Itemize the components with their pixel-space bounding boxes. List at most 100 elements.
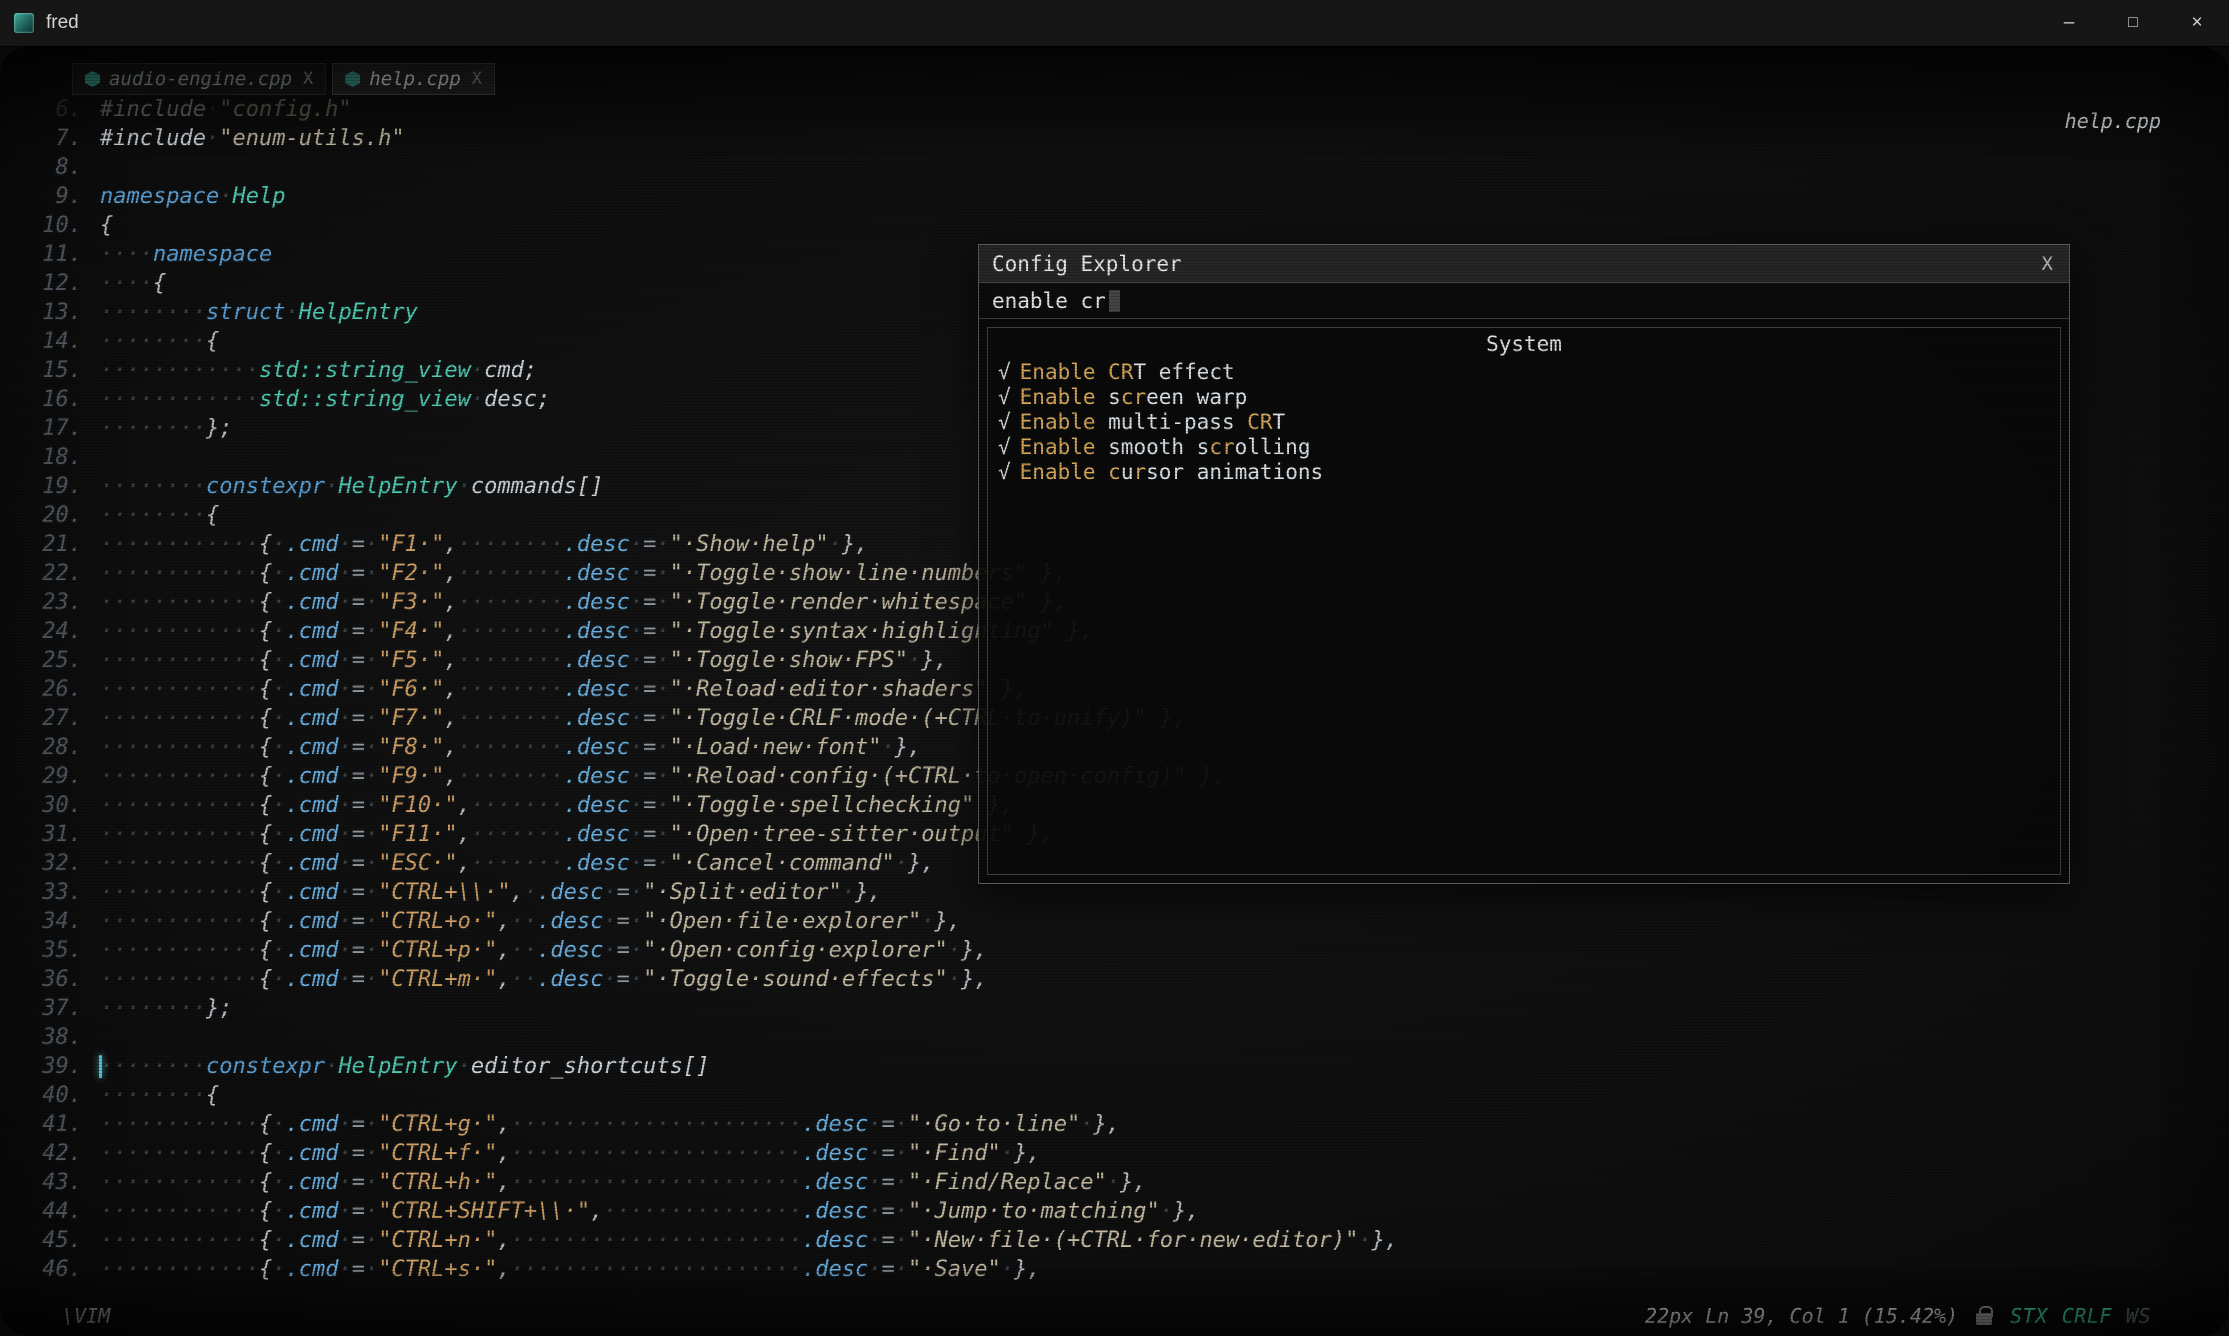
checkbox-checked-icon[interactable]: √ (998, 460, 1011, 484)
token-pu: , (444, 648, 457, 673)
tab-audio-engine[interactable]: audio-engine.cpp X (72, 63, 326, 95)
token-ws: · (338, 822, 351, 847)
code-line[interactable]: 37.········}; (20, 994, 1398, 1023)
code-line[interactable]: 34.············{·.cmd·=·"CTRL+o·",··.des… (20, 907, 1398, 936)
token-pu: , (444, 561, 457, 586)
token-eq: = (352, 764, 365, 789)
token-st: "CTRL+h·" (378, 1170, 497, 1195)
token-ws: · (895, 1141, 908, 1166)
token-ws: · (365, 677, 378, 702)
token-ws: · (630, 619, 643, 644)
token-kw: struct (206, 300, 285, 325)
token-pu: { (206, 329, 219, 354)
config-option[interactable]: √Enable screen warp (988, 385, 2060, 410)
token-sd: "·New·file·(+CTRL·for·new·editor)" (908, 1228, 1358, 1253)
maximize-button[interactable]: □ (2101, 0, 2165, 47)
code-line[interactable]: 46.············{·.cmd·=·"CTRL+s·",······… (20, 1255, 1398, 1284)
token-sd: "·Open·tree-sitter·output" (670, 822, 1014, 847)
token-ws: ············ (100, 706, 259, 731)
checkbox-checked-icon[interactable]: √ (998, 435, 1011, 459)
code-line[interactable]: 9.namespace·Help (20, 182, 1398, 211)
token-kw: namespace (100, 184, 219, 209)
code-line[interactable]: 40.········{ (20, 1081, 1398, 1110)
token-pu: { (153, 271, 166, 296)
config-option[interactable]: √Enable smooth scrolling (988, 435, 2060, 460)
tab-label: help.cpp (369, 68, 461, 90)
code-line[interactable]: 35.············{·.cmd·=·"CTRL+p·",··.des… (20, 936, 1398, 965)
cpp-file-icon (345, 71, 360, 87)
status-flag-ws[interactable]: WS (2126, 1304, 2151, 1328)
code-line[interactable]: 36.············{·.cmd·=·"CTRL+m·",··.des… (20, 965, 1398, 994)
tab-help[interactable]: help.cpp X (332, 63, 495, 95)
token-eq: = (352, 1257, 365, 1282)
code-line[interactable]: 7.#include·"enum-utils.h" (20, 124, 1398, 153)
token-pl: commands[] (471, 474, 603, 499)
token-pu: , (444, 590, 457, 615)
token-ws: · (630, 706, 643, 731)
code-line[interactable]: 44.············{·.cmd·=·"CTRL+SHIFT+\\·"… (20, 1197, 1398, 1226)
token-eq: = (352, 735, 365, 760)
token-st: "F7·" (378, 706, 444, 731)
code-text: ····{ (100, 269, 166, 298)
code-line[interactable]: 42.············{·.cmd·=·"CTRL+f·",······… (20, 1139, 1398, 1168)
config-option[interactable]: √Enable CRT effect (988, 360, 2060, 385)
dialog-close-icon[interactable]: X (2042, 253, 2053, 275)
code-line[interactable]: 6.#include·"config.h" (20, 95, 1398, 124)
code-line[interactable]: 10.{ (20, 211, 1398, 240)
code-line[interactable]: 39.········constexpr·HelpEntry·editor_sh… (20, 1052, 1398, 1081)
line-number: 12. (20, 269, 82, 298)
line-number: 32. (20, 849, 82, 878)
code-line[interactable]: 41.············{·.cmd·=·"CTRL+g·",······… (20, 1110, 1398, 1139)
code-line[interactable]: 38. (20, 1023, 1398, 1052)
token-ws: · (338, 1257, 351, 1282)
code-text: #include·"enum-utils.h" (100, 124, 405, 153)
code-line[interactable]: 8. (20, 153, 1398, 182)
token-sd: "·Reload·editor·shaders" (670, 677, 988, 702)
token-ws: · (1001, 1257, 1014, 1282)
code-text: ········struct·HelpEntry (100, 298, 418, 327)
code-line[interactable]: 45.············{·.cmd·=·"CTRL+n·",······… (20, 1226, 1398, 1255)
checkbox-checked-icon[interactable]: √ (998, 385, 1011, 409)
token-ws: · (272, 967, 285, 992)
close-button[interactable]: × (2165, 0, 2229, 47)
token-ws: ············ (100, 387, 259, 412)
minimize-button[interactable]: – (2037, 0, 2101, 47)
token-eq: = (643, 851, 656, 876)
token-me: .desc (564, 764, 630, 789)
line-number: 24. (20, 617, 82, 646)
tab-close-icon[interactable]: X (303, 69, 313, 89)
token-pu: , (458, 851, 471, 876)
token-me: .desc (564, 619, 630, 644)
token-ws: · (365, 909, 378, 934)
token-ws: · (1160, 1199, 1173, 1224)
config-search-input[interactable]: enable cr (979, 283, 2069, 319)
token-ws: · (272, 822, 285, 847)
token-pu: { (259, 1199, 272, 1224)
token-ws: · (603, 967, 616, 992)
token-pu: { (259, 938, 272, 963)
token-ws: ············ (100, 735, 259, 760)
code-line[interactable]: 43.············{·.cmd·=·"CTRL+h·",······… (20, 1168, 1398, 1197)
config-option[interactable]: √Enable multi-pass CRT (988, 410, 2060, 435)
token-me: .desc (802, 1228, 868, 1253)
config-option[interactable]: √Enable cursor animations (988, 460, 2060, 485)
option-label-part: Enable (1020, 360, 1096, 384)
token-me: .cmd (285, 1228, 338, 1253)
checkbox-checked-icon[interactable]: √ (998, 360, 1011, 384)
tab-close-icon[interactable]: X (472, 69, 482, 89)
token-ws: · (338, 619, 351, 644)
token-sd: "enum-utils.h" (219, 126, 404, 151)
status-flag-crlf[interactable]: CRLF (2062, 1304, 2112, 1328)
token-ws: · (1107, 1170, 1120, 1195)
token-pu: { (259, 764, 272, 789)
token-pu: }, (961, 938, 988, 963)
checkbox-checked-icon[interactable]: √ (998, 410, 1011, 434)
token-ws: ········ (100, 503, 206, 528)
config-explorer-titlebar[interactable]: Config Explorer X (979, 245, 2069, 283)
token-me: .cmd (285, 1257, 338, 1282)
token-ws: · (272, 1199, 285, 1224)
token-ws: · (656, 590, 669, 615)
status-flag-stx[interactable]: STX (2010, 1304, 2048, 1328)
token-ws: · (365, 561, 378, 586)
option-label-part: T (1273, 410, 1286, 434)
